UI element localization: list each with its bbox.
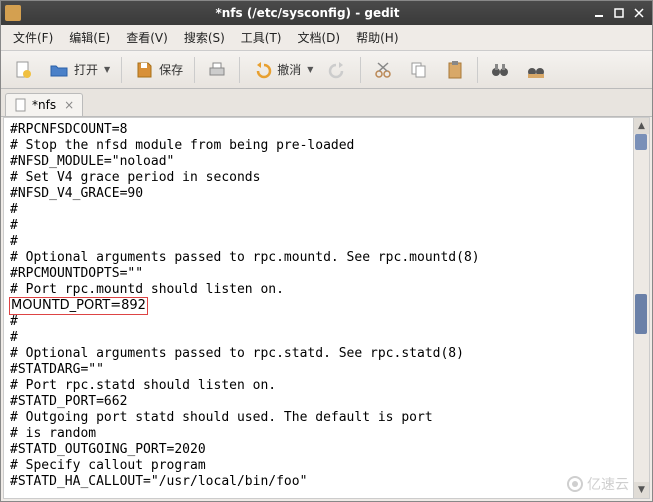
scroll-thumb[interactable]	[635, 134, 647, 150]
vertical-scrollbar[interactable]: ▲ ▼	[633, 118, 649, 498]
minimize-button[interactable]	[590, 5, 608, 21]
print-button[interactable]	[200, 56, 234, 84]
find-replace-icon	[525, 59, 547, 81]
close-button[interactable]	[630, 5, 648, 21]
menu-search[interactable]: 搜索(S)	[176, 26, 233, 49]
toolbar: 打开 ▼ 保存 撤消 ▼	[1, 51, 652, 89]
open-button[interactable]: 打开 ▼	[42, 56, 116, 84]
tab-nfs[interactable]: *nfs ×	[5, 93, 83, 116]
scissors-icon	[372, 59, 394, 81]
menu-tools[interactable]: 工具(T)	[233, 26, 290, 49]
new-button[interactable]	[6, 56, 40, 84]
separator	[360, 57, 361, 83]
binoculars-icon	[489, 59, 511, 81]
menu-edit[interactable]: 编辑(E)	[61, 26, 118, 49]
separator	[477, 57, 478, 83]
separator	[121, 57, 122, 83]
menu-file[interactable]: 文件(F)	[5, 26, 61, 49]
titlebar[interactable]: *nfs (/etc/sysconfig) - gedit	[1, 1, 652, 25]
document-new-icon	[12, 59, 34, 81]
open-label: 打开	[74, 61, 98, 78]
app-icon	[5, 5, 21, 21]
maximize-button[interactable]	[610, 5, 628, 21]
separator	[239, 57, 240, 83]
cut-button[interactable]	[366, 56, 400, 84]
scroll-thumb[interactable]	[635, 294, 647, 334]
clipboard-icon	[444, 59, 466, 81]
menu-docs[interactable]: 文档(D)	[290, 26, 349, 49]
menu-help[interactable]: 帮助(H)	[348, 26, 406, 49]
tab-close-icon[interactable]: ×	[64, 98, 74, 112]
scroll-up-button[interactable]: ▲	[634, 118, 649, 134]
redo-button[interactable]	[321, 56, 355, 84]
paste-button[interactable]	[438, 56, 472, 84]
undo-label: 撤消	[277, 61, 301, 78]
text-editor[interactable]: #RPCNFSDCOUNT=8 # Stop the nfsd module f…	[4, 118, 633, 498]
folder-open-icon	[48, 59, 70, 81]
document-icon	[14, 98, 28, 112]
chevron-down-icon: ▼	[307, 65, 313, 74]
undo-icon	[251, 59, 273, 81]
tab-label: *nfs	[32, 98, 56, 112]
window-title: *nfs (/etc/sysconfig) - gedit	[27, 6, 588, 20]
copy-icon	[408, 59, 430, 81]
printer-icon	[206, 59, 228, 81]
editor-area: #RPCNFSDCOUNT=8 # Stop the nfsd module f…	[3, 117, 650, 499]
undo-button[interactable]: 撤消 ▼	[245, 56, 319, 84]
separator	[194, 57, 195, 83]
menu-view[interactable]: 查看(V)	[118, 26, 176, 49]
menubar: 文件(F) 编辑(E) 查看(V) 搜索(S) 工具(T) 文档(D) 帮助(H…	[1, 25, 652, 51]
copy-button[interactable]	[402, 56, 436, 84]
redo-icon	[327, 59, 349, 81]
save-label: 保存	[159, 61, 183, 78]
save-icon	[133, 59, 155, 81]
gedit-window: *nfs (/etc/sysconfig) - gedit 文件(F) 编辑(E…	[0, 0, 653, 502]
chevron-down-icon: ▼	[104, 65, 110, 74]
scroll-track[interactable]	[634, 134, 649, 482]
find-button[interactable]	[483, 56, 517, 84]
tabbar: *nfs ×	[1, 89, 652, 117]
scroll-down-button[interactable]: ▼	[634, 482, 649, 498]
save-button[interactable]: 保存	[127, 56, 189, 84]
replace-button[interactable]	[519, 56, 553, 84]
